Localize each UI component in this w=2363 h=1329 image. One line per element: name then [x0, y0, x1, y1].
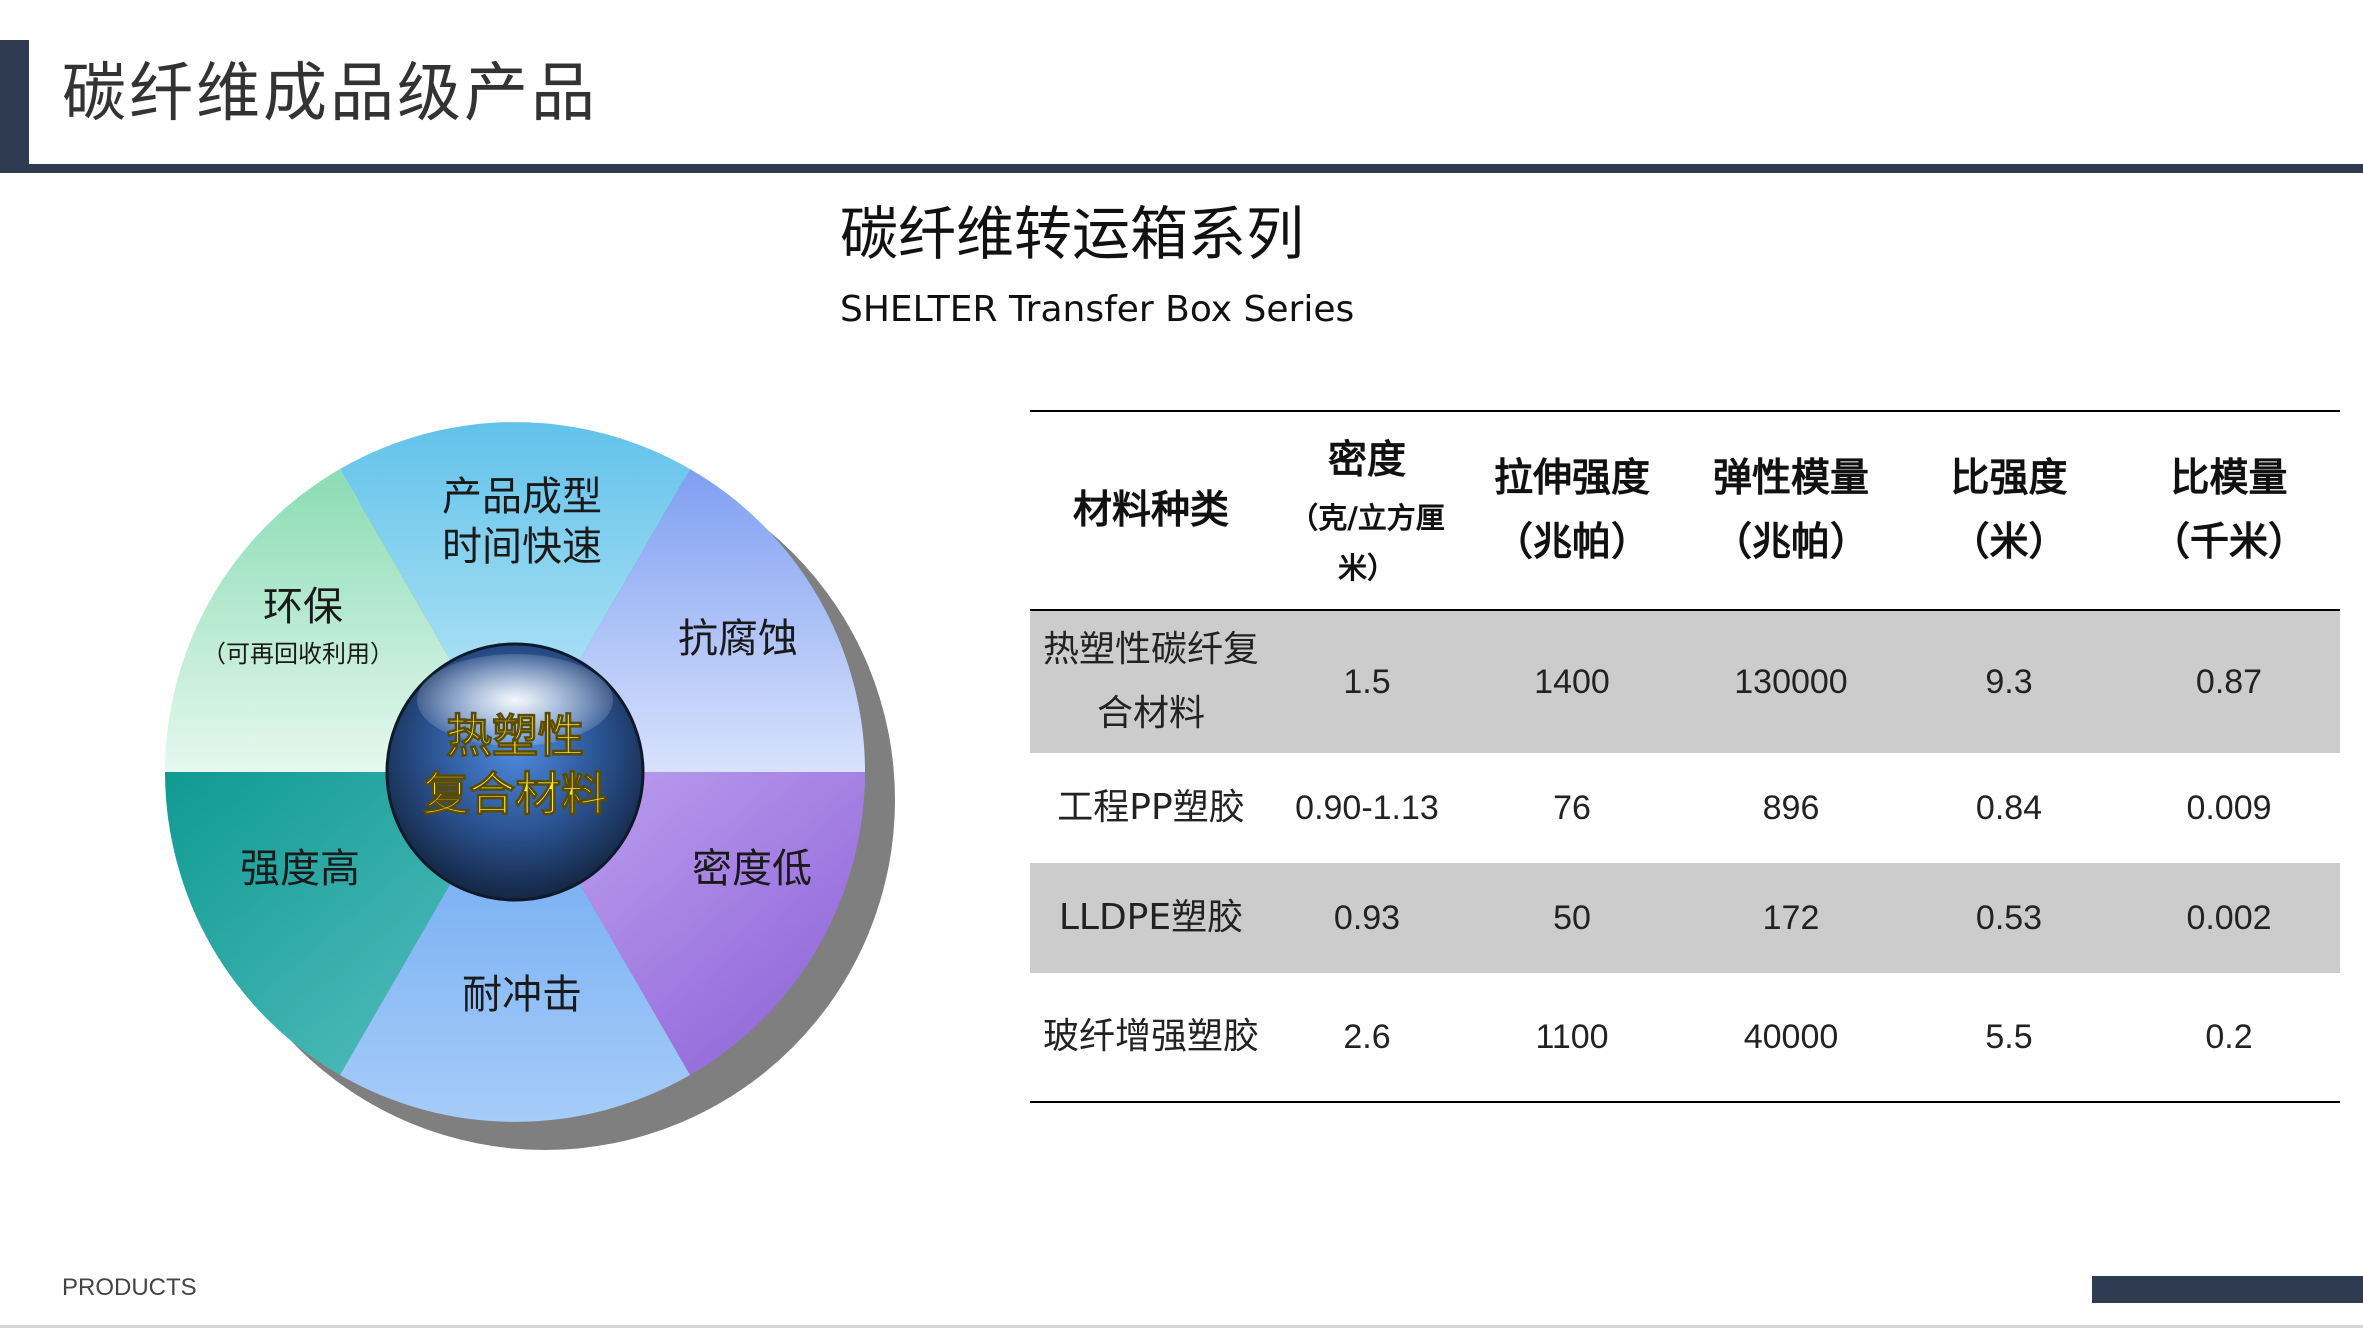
- row-modulus: 896: [1762, 788, 1820, 827]
- row-material-name-cont: 合材料: [1096, 693, 1205, 734]
- segment-label-corrosion: 抗腐蚀: [678, 616, 798, 662]
- table-header-row: 材料种类 密度 （克/立方厘 米） 拉伸强度 （兆帕） 弹性模量 （兆帕） 比强…: [1030, 412, 2340, 610]
- header-modulus: 弹性模量 （兆帕）: [1712, 456, 1869, 565]
- segment-label-low-density: 密度低: [692, 846, 812, 892]
- row-modulus: 172: [1762, 898, 1820, 937]
- row-density: 0.93: [1333, 898, 1401, 937]
- segment-label-eco: 环保: [263, 584, 343, 630]
- feature-wheel: 热塑性 复合材料 产品成型 时间快速 抗腐蚀 密度低 耐冲击 强度高 环保 （可…: [165, 422, 895, 1150]
- row-specific-strength: 9.3: [1985, 662, 2033, 701]
- segment-label-fast-molding-1: 产品成型: [442, 474, 602, 520]
- page-title: 碳纤维成品级产品: [62, 57, 598, 131]
- segment-label-strength: 强度高: [240, 846, 360, 892]
- row-modulus: 40000: [1743, 1017, 1839, 1056]
- row-specific-modulus: 0.009: [2186, 788, 2272, 827]
- row-density: 0.90-1.13: [1295, 788, 1439, 827]
- row-material-name: 工程PP塑胶: [1057, 787, 1245, 828]
- header-density: 密度 （克/立方厘 米）: [1289, 438, 1445, 585]
- row-tensile: 1400: [1534, 662, 1610, 701]
- center-label-line2: 复合材料: [423, 767, 607, 821]
- header-specific-modulus: 比模量 （千米）: [2150, 456, 2307, 565]
- table-row: 热塑性碳纤复 合材料 1.5 1400 130000 9.3 0.87: [1030, 611, 2340, 753]
- center-label-line1: 热塑性: [446, 709, 584, 763]
- row-material-name: 玻纤增强塑胶: [1042, 1016, 1259, 1057]
- row-specific-strength: 0.84: [1975, 788, 2043, 827]
- header-rule: [0, 164, 2363, 173]
- header-tensile: 拉伸强度 （兆帕）: [1493, 456, 1650, 565]
- row-specific-strength: 5.5: [1985, 1017, 2033, 1056]
- row-specific-modulus: 0.2: [2205, 1017, 2253, 1056]
- row-specific-modulus: 0.002: [2186, 898, 2272, 937]
- segment-label-impact: 耐冲击: [462, 972, 582, 1018]
- footer-accent-block: [2092, 1276, 2363, 1303]
- segment-label-eco-note: （可再回收利用）: [202, 640, 394, 668]
- row-modulus: 130000: [1734, 662, 1848, 701]
- segment-label-fast-molding-2: 时间快速: [442, 524, 602, 570]
- row-tensile: 76: [1553, 788, 1591, 827]
- row-material-name: LLDPE塑胶: [1058, 897, 1244, 938]
- section-title: 碳纤维转运箱系列: [840, 200, 1305, 268]
- header-accent-bar: [0, 40, 29, 170]
- table-row: 玻纤增强塑胶 2.6 1100 40000 5.5 0.2: [1030, 973, 2340, 1101]
- table-row: LLDPE塑胶 0.93 50 172 0.53 0.002: [1030, 863, 2340, 973]
- row-tensile: 1100: [1535, 1017, 1609, 1056]
- footer-label: PRODUCTS: [62, 1274, 197, 1301]
- row-specific-strength: 0.53: [1975, 898, 2043, 937]
- row-tensile: 50: [1553, 898, 1591, 937]
- table-bottom-rule: [1030, 1101, 2340, 1103]
- row-specific-modulus: 0.87: [2195, 662, 2263, 701]
- table-row: 工程PP塑胶 0.90-1.13 76 896 0.84 0.009: [1030, 753, 2340, 863]
- row-density: 1.5: [1343, 662, 1391, 701]
- section-subtitle: SHELTER Transfer Box Series: [840, 289, 1355, 330]
- row-density: 2.6: [1343, 1017, 1391, 1056]
- footer-rule: [0, 1325, 2363, 1328]
- row-material-name: 热塑性碳纤复: [1042, 629, 1259, 670]
- header-specific-strength: 比强度 （米）: [1950, 456, 2068, 565]
- header-material: 材料种类: [1072, 488, 1229, 533]
